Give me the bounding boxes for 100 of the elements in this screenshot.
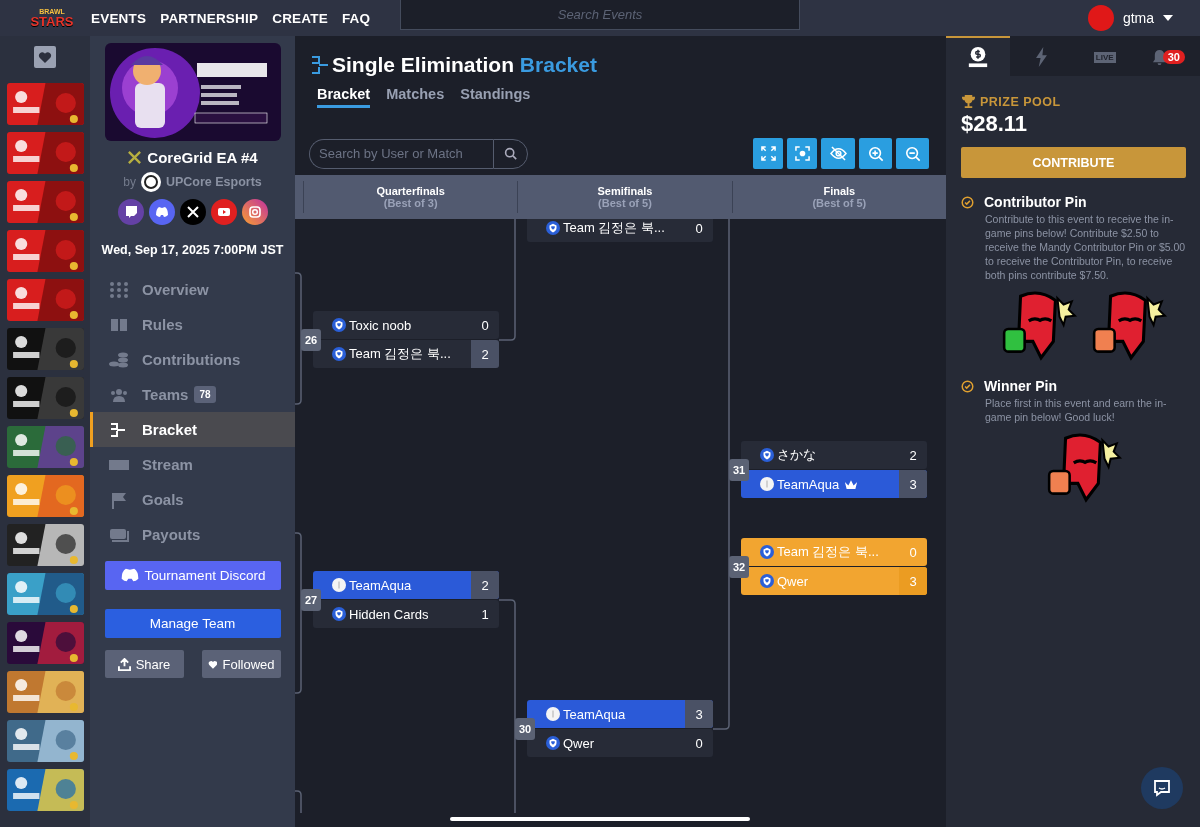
score: 3 bbox=[899, 567, 927, 595]
sidebar-item[interactable]: Bracket bbox=[90, 412, 295, 447]
match-number: 30 bbox=[515, 717, 536, 740]
by-label: by bbox=[123, 175, 136, 189]
discord-button[interactable]: Tournament Discord bbox=[104, 561, 281, 590]
fullscreen-button[interactable] bbox=[753, 138, 783, 169]
search-field[interactable]: Search by User or Match bbox=[309, 138, 493, 169]
shield-icon bbox=[760, 574, 774, 588]
team-name: Hidden Cards bbox=[349, 606, 429, 622]
page-title: Single Elimination Bracket bbox=[332, 53, 597, 77]
connector-line bbox=[295, 790, 302, 813]
sidebar-item[interactable]: Contributions bbox=[90, 342, 295, 377]
check-circle-icon bbox=[961, 195, 974, 209]
x-icon[interactable] bbox=[179, 199, 206, 225]
search-field[interactable]: Search Events bbox=[400, 0, 800, 30]
shield-icon bbox=[546, 221, 560, 235]
caret-icon[interactable] bbox=[1163, 15, 1173, 21]
sidebar-item[interactable]: Payouts bbox=[90, 517, 295, 552]
hide-button[interactable] bbox=[821, 138, 855, 169]
youtube-icon[interactable] bbox=[210, 199, 237, 225]
trophy-icon bbox=[961, 94, 976, 109]
score: 0 bbox=[694, 734, 704, 753]
section-description: Contribute to this event to receive the in-game pins below! Contribute $2.50 to receive the Mandy Contributor Pin or $5.00 to receive the Contributor Pin, to receive both pins contribute $7.50. bbox=[985, 212, 1186, 282]
instagram-icon[interactable] bbox=[241, 199, 268, 225]
nav-link[interactable]: PARTNERSHIP bbox=[160, 10, 259, 26]
crossed-swords-icon bbox=[127, 150, 143, 165]
team-name: Toxic noob bbox=[349, 317, 412, 333]
team-name: TeamAqua bbox=[563, 706, 626, 722]
team-name: TeamAqua bbox=[349, 577, 412, 593]
lightning-icon bbox=[1034, 47, 1048, 67]
match-row[interactable]: Team 김정은 북... 0 bbox=[527, 219, 713, 242]
discord-icon[interactable] bbox=[148, 199, 175, 225]
organizer-logo-icon[interactable] bbox=[140, 172, 161, 192]
section-title: Winner Pin bbox=[984, 378, 1057, 394]
match-number: 27 bbox=[301, 588, 322, 611]
sidebar-item[interactable]: Stream bbox=[90, 447, 295, 482]
team-name: さかな bbox=[777, 446, 816, 464]
match-number: 26 bbox=[301, 328, 322, 351]
chat-button[interactable] bbox=[1141, 767, 1183, 809]
share-button[interactable]: Share bbox=[104, 650, 184, 678]
discord-icon bbox=[119, 568, 140, 583]
money-icon bbox=[966, 46, 989, 68]
check-circle-icon bbox=[961, 379, 974, 393]
expand-icon bbox=[760, 146, 776, 161]
tab[interactable]: Bracket bbox=[317, 86, 371, 108]
username[interactable]: gtma bbox=[1122, 10, 1154, 26]
coins-icon bbox=[108, 350, 130, 369]
panel-tab[interactable]: 30 bbox=[1136, 36, 1200, 76]
sidebar-item[interactable]: Teams 78 bbox=[90, 377, 295, 412]
score: 0 bbox=[694, 219, 704, 238]
grid-icon bbox=[108, 280, 130, 299]
team-avatar-icon bbox=[546, 707, 560, 721]
match-number: 32 bbox=[729, 555, 750, 578]
round-format: (Best of 3) bbox=[383, 197, 438, 209]
team-avatar-icon bbox=[332, 578, 346, 592]
round-name: Semifinals bbox=[597, 185, 653, 197]
focus-button[interactable] bbox=[787, 138, 817, 169]
twitch-icon[interactable] bbox=[117, 199, 144, 225]
event-date: Wed, Sep 17, 2025 7:00PM JST bbox=[101, 243, 284, 257]
score: 2 bbox=[471, 571, 499, 599]
follow-button[interactable]: Followed bbox=[201, 650, 281, 678]
shield-icon bbox=[546, 736, 560, 750]
score: 2 bbox=[471, 340, 499, 368]
team-name: Qwer bbox=[563, 735, 595, 751]
panel-tab[interactable] bbox=[946, 36, 1010, 76]
zoom-out-button[interactable] bbox=[896, 138, 929, 169]
team-name: TeamAqua bbox=[777, 476, 840, 492]
round-format: (Best of 5) bbox=[598, 197, 652, 209]
round-name: Finals bbox=[823, 185, 856, 197]
zoom-out-icon bbox=[904, 145, 921, 162]
shield-icon bbox=[332, 318, 346, 332]
score: 3 bbox=[685, 700, 713, 728]
favorites-button[interactable] bbox=[34, 46, 56, 68]
section-description: Place first in this event and earn the in-game pin below! Good luck! bbox=[985, 396, 1168, 424]
sidebar-item[interactable]: Overview bbox=[90, 272, 295, 307]
prize-amount: $28.11 bbox=[961, 111, 1029, 137]
manage-team-button[interactable]: Manage Team bbox=[104, 609, 281, 638]
bell-icon bbox=[1151, 48, 1167, 66]
team-name: Team 김정은 북... bbox=[777, 543, 879, 561]
search-icon bbox=[504, 147, 517, 160]
score: 3 bbox=[899, 470, 927, 498]
zoom-in-button[interactable] bbox=[859, 138, 892, 169]
zoom-in-icon bbox=[867, 145, 884, 162]
nav-link[interactable]: EVENTS bbox=[91, 10, 147, 26]
sidebar-item[interactable]: Goals bbox=[90, 482, 295, 517]
nav-link[interactable]: FAQ bbox=[341, 10, 371, 26]
eye-off-icon bbox=[829, 146, 847, 161]
avatar-icon[interactable] bbox=[1087, 5, 1114, 31]
event-title: CoreGrid EA #4 bbox=[147, 149, 258, 166]
upload-icon bbox=[117, 657, 131, 671]
score: 2 bbox=[908, 446, 918, 465]
tab[interactable]: Standings bbox=[460, 86, 531, 108]
sidebar-item[interactable]: Rules bbox=[90, 307, 295, 342]
tab[interactable]: Matches bbox=[386, 86, 445, 108]
round-name: Quarterfinals bbox=[376, 185, 445, 197]
score: 1 bbox=[480, 605, 490, 624]
score: 0 bbox=[908, 543, 918, 562]
nav-link[interactable]: CREATE bbox=[272, 10, 328, 26]
focus-icon bbox=[794, 146, 810, 161]
organizer-link[interactable]: UPCore Esports bbox=[165, 175, 262, 189]
